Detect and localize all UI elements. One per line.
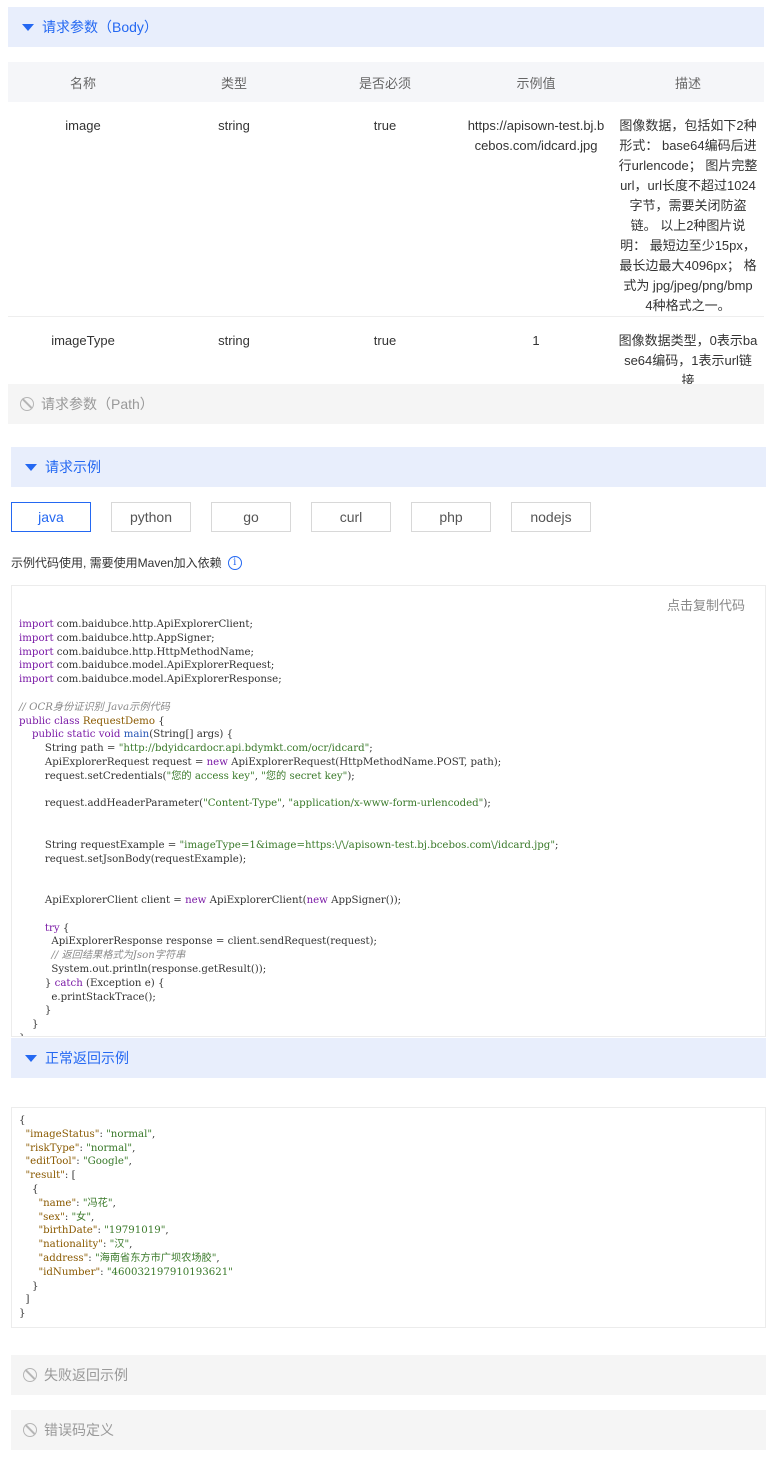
caret-down-icon [25, 463, 37, 471]
section-title: 请求参数（Path） [41, 396, 154, 412]
tab-curl[interactable]: curl [311, 502, 391, 532]
table-row: image string true https://apisown-test.b… [8, 102, 764, 317]
header-name: 名称 [69, 75, 96, 91]
table-header-row: 名称 类型 是否必须 示例值 描述 [8, 62, 764, 102]
cell-type: string [158, 102, 310, 317]
cell-required: true [310, 316, 460, 392]
json-text: { "imageStatus": "normal", "riskType": "… [19, 1115, 233, 1320]
header-description: 描述 [674, 75, 701, 91]
language-tabs: java python go curl php nodejs [11, 502, 611, 532]
params-table: 名称 类型 是否必须 示例值 描述 image string true http… [8, 62, 764, 392]
section-request-example[interactable]: 请求示例 [11, 447, 766, 487]
header-example: 示例值 [516, 75, 556, 91]
info-icon[interactable]: i [227, 555, 242, 570]
tab-php[interactable]: php [411, 502, 491, 532]
response-json-block: { "imageStatus": "normal", "riskType": "… [11, 1107, 766, 1328]
header-type: 类型 [220, 75, 247, 91]
code-text: import com.baidubce.http.ApiExplorerClie… [19, 619, 559, 1036]
section-title: 请求参数（Body） [42, 19, 158, 35]
cell-type: string [158, 316, 310, 392]
section-error-codes: 错误码定义 [11, 1410, 766, 1450]
caret-down-icon [22, 23, 34, 31]
section-title: 请求示例 [45, 459, 101, 475]
cell-description: 图像数据类型，0表示base64编码，1表示url链接 [612, 316, 764, 392]
tab-java[interactable]: java [11, 502, 91, 532]
cell-example: 1 [460, 316, 612, 392]
cell-name: imageType [8, 316, 158, 392]
maven-note: 示例代码使用, 需要使用Maven加入依赖 i [11, 554, 242, 571]
disabled-icon [23, 1423, 37, 1437]
tab-nodejs[interactable]: nodejs [511, 502, 591, 532]
section-body-params[interactable]: 请求参数（Body） [8, 7, 764, 47]
table-row: imageType string true 1 图像数据类型，0表示base64… [8, 316, 764, 392]
section-title: 错误码定义 [44, 1422, 114, 1438]
cell-name: image [8, 102, 158, 317]
disabled-icon [20, 397, 34, 411]
header-required: 是否必须 [358, 75, 411, 91]
cell-description: 图像数据，包括如下2种形式： base64编码后进行urlencode； 图片完… [612, 102, 764, 317]
section-title: 正常返回示例 [45, 1050, 129, 1066]
caret-down-icon [25, 1054, 37, 1062]
cell-required: true [310, 102, 460, 317]
section-success-response[interactable]: 正常返回示例 [11, 1038, 766, 1078]
copy-code-button[interactable]: 点击复制代码 [667, 595, 745, 614]
disabled-icon [23, 1368, 37, 1382]
section-title: 失败返回示例 [44, 1367, 128, 1383]
code-block: 点击复制代码 import com.baidubce.http.ApiExplo… [11, 585, 766, 1037]
section-path-params: 请求参数（Path） [8, 384, 764, 424]
cell-example: https://apisown-test.bj.bcebos.com/idcar… [460, 102, 612, 317]
tab-python[interactable]: python [111, 502, 191, 532]
tab-go[interactable]: go [211, 502, 291, 532]
note-text: 示例代码使用, 需要使用Maven加入依赖 [11, 556, 222, 570]
section-failure-response: 失败返回示例 [11, 1355, 766, 1395]
